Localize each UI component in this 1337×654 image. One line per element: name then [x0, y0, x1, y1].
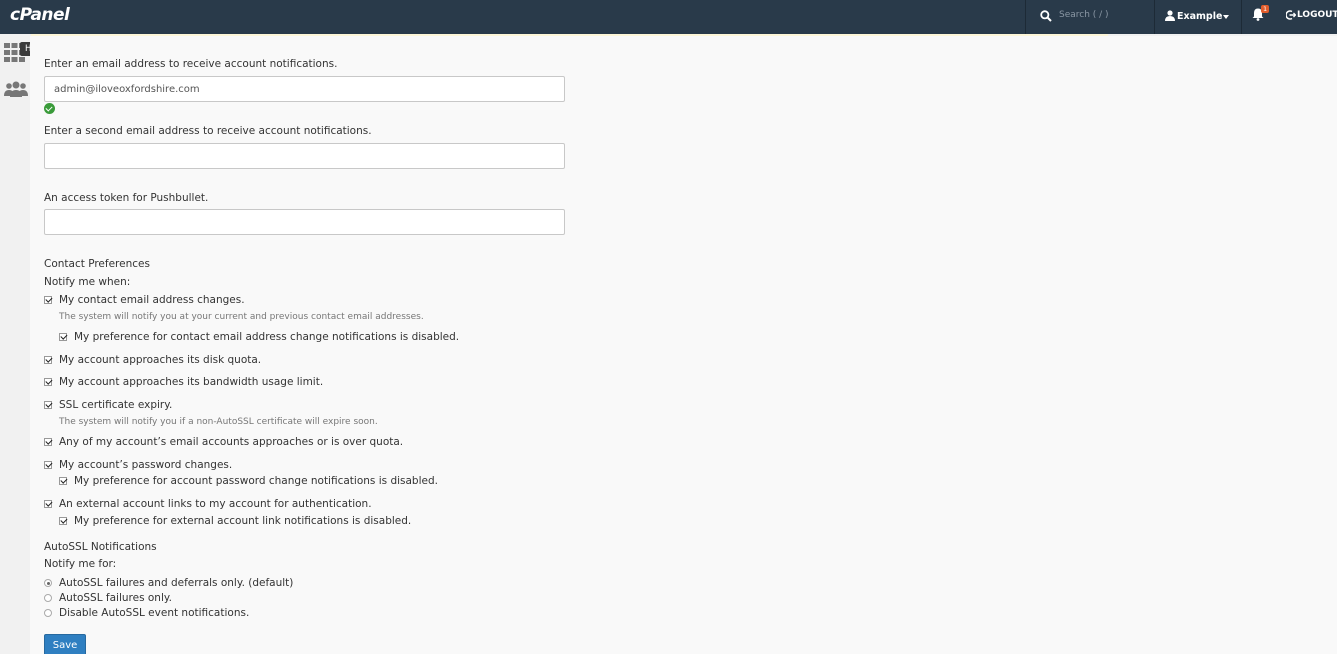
radio[interactable]	[44, 594, 52, 602]
user-menu[interactable]: Example	[1155, 0, 1241, 34]
email1-field[interactable]	[44, 76, 565, 102]
autossl-option-default[interactable]: AutoSSL failures and deferrals only. (de…	[44, 577, 293, 589]
checkbox[interactable]	[44, 296, 52, 304]
pushbullet-token-field[interactable]	[44, 209, 565, 235]
pref-bandwidth[interactable]: My account approaches its bandwidth usag…	[44, 376, 323, 388]
checkbox[interactable]	[44, 378, 52, 386]
chevron-down-icon	[1223, 15, 1229, 19]
pref-external-disabled[interactable]: My preference for external account link …	[59, 515, 411, 527]
checkbox[interactable]	[44, 461, 52, 469]
users-group-icon[interactable]	[4, 81, 28, 97]
check-circle-icon	[44, 103, 55, 114]
search-box[interactable]: Search ( / )	[1026, 0, 1154, 34]
logout-icon	[1286, 10, 1296, 20]
user-icon	[1165, 10, 1175, 21]
pref-disk-quota[interactable]: My account approaches its disk quota.	[44, 354, 261, 366]
logout-button[interactable]: LOGOUT	[1280, 0, 1337, 34]
save-button[interactable]: Save	[44, 634, 86, 654]
pref-password-changes[interactable]: My account’s password changes.	[44, 459, 232, 471]
email1-label: Enter an email address to receive accoun…	[44, 58, 338, 70]
search-placeholder: Search ( / )	[1059, 10, 1109, 20]
notifications-button[interactable]: 1	[1242, 0, 1278, 34]
contact-preferences-title: Contact Preferences	[44, 258, 150, 270]
pushbullet-label: An access token for Pushbullet.	[44, 192, 209, 204]
checkbox[interactable]	[44, 401, 52, 409]
pref-contact-email-changes[interactable]: My contact email address changes.	[44, 294, 245, 306]
autossl-option-failures[interactable]: AutoSSL failures only.	[44, 592, 172, 604]
cpanel-logo[interactable]: cPanel	[10, 5, 70, 25]
contact-information-form: Enter an email address to receive accoun…	[30, 36, 1337, 654]
checkbox[interactable]	[59, 333, 67, 341]
pref-ssl-expiry[interactable]: SSL certificate expiry.	[44, 399, 172, 411]
pref-password-disabled[interactable]: My preference for account password chang…	[59, 475, 438, 487]
checkbox[interactable]	[44, 500, 52, 508]
top-navbar: cPanel Search ( / ) Example 1 LOGOUT	[0, 0, 1337, 34]
pref-email-quota[interactable]: Any of my account’s email accounts appro…	[44, 436, 403, 448]
pref-external-account[interactable]: An external account links to my account …	[44, 498, 372, 510]
checkbox[interactable]	[44, 438, 52, 446]
search-icon	[1040, 10, 1052, 22]
autossl-title: AutoSSL Notifications	[44, 541, 157, 553]
pref-contact-email-disabled[interactable]: My preference for contact email address …	[59, 331, 459, 343]
autossl-option-disable[interactable]: Disable AutoSSL event notifications.	[44, 607, 249, 619]
notify-when-label: Notify me when:	[44, 276, 131, 288]
help-text: The system will notify you if a non-Auto…	[59, 417, 378, 427]
help-text: The system will notify you at your curre…	[59, 312, 424, 322]
notification-badge: 1	[1261, 5, 1270, 13]
radio[interactable]	[44, 579, 52, 587]
checkbox[interactable]	[59, 477, 67, 485]
email2-field[interactable]	[44, 143, 565, 169]
user-name: Example	[1177, 11, 1223, 22]
checkbox[interactable]	[44, 356, 52, 364]
sidebar	[0, 34, 31, 654]
notify-for-label: Notify me for:	[44, 558, 117, 570]
checkbox[interactable]	[59, 517, 67, 525]
logout-label: LOGOUT	[1297, 10, 1337, 20]
email2-label: Enter a second email address to receive …	[44, 125, 372, 137]
radio[interactable]	[44, 609, 52, 617]
